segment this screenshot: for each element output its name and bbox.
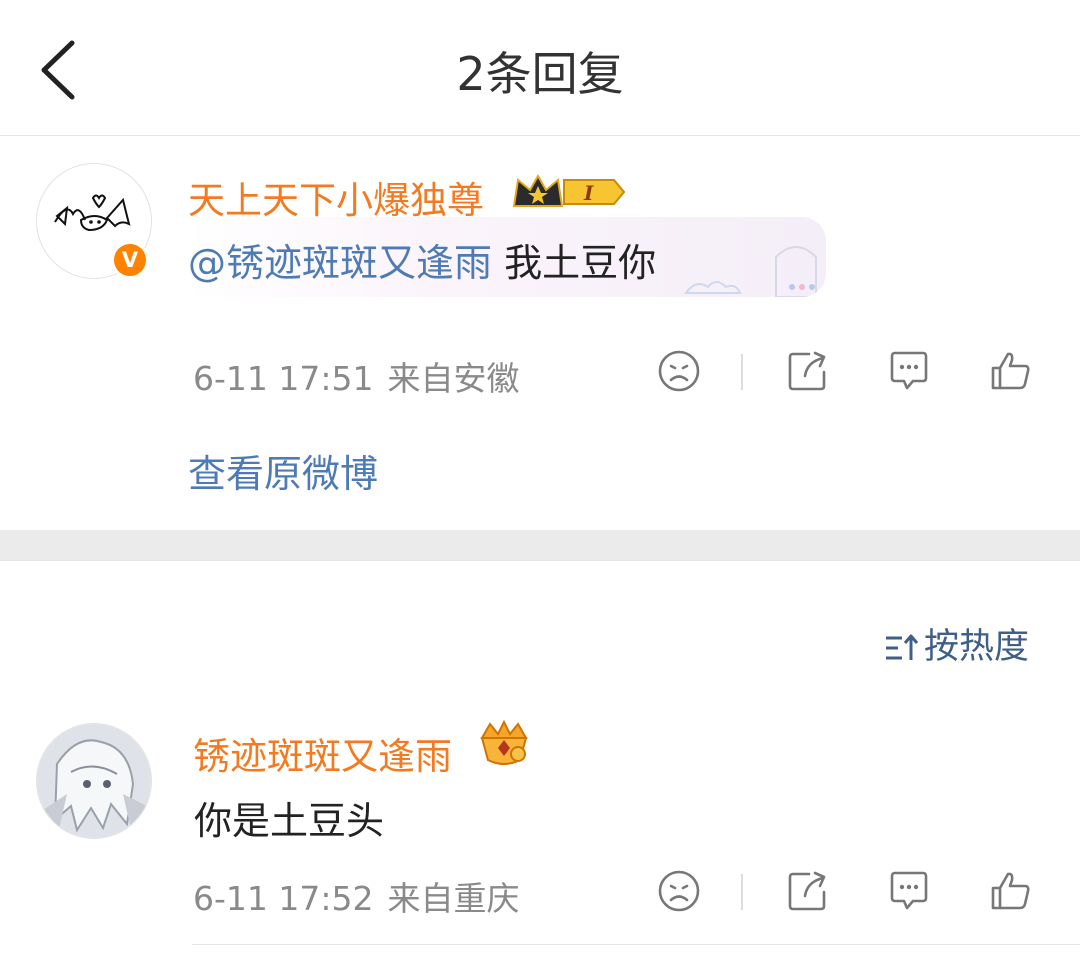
reply-date: 6-11 17:52 xyxy=(193,879,374,918)
page-title: 2条回复 xyxy=(456,47,624,101)
comment-meta: 6-11 17:51 来自安徽 xyxy=(193,352,520,400)
share-icon[interactable] xyxy=(785,868,831,914)
member-badge-text: I xyxy=(583,181,594,205)
like-thumb-icon[interactable] xyxy=(988,348,1034,394)
action-separator xyxy=(741,354,743,390)
sort-by-popularity-button[interactable]: 按热度 xyxy=(884,618,1029,669)
comment-body: 我土豆你 xyxy=(492,241,657,285)
action-separator xyxy=(741,874,743,910)
comment-text: @锈迹斑斑又逢雨 我土豆你 xyxy=(188,232,656,287)
dislike-face-icon[interactable] xyxy=(656,348,702,394)
like-thumb-icon[interactable] xyxy=(988,868,1034,914)
username[interactable]: 天上天下小爆独尊 xyxy=(188,170,484,224)
crown-medal-icon xyxy=(480,719,528,765)
comment-icon[interactable] xyxy=(886,868,932,914)
member-badge: I xyxy=(510,170,626,218)
reply-location: 来自重庆 xyxy=(387,879,520,918)
comment-date: 6-11 17:51 xyxy=(193,359,374,398)
reply-text: 你是土豆头 xyxy=(194,799,385,843)
fan-badge xyxy=(476,719,532,772)
verified-badge: V xyxy=(111,241,149,279)
sort-label: 按热度 xyxy=(924,627,1030,667)
reply-meta: 6-11 17:52 来自重庆 xyxy=(193,872,520,920)
view-original-post-link[interactable]: 查看原微博 xyxy=(188,443,378,498)
reply-divider xyxy=(192,944,1080,945)
avatar-anime-image xyxy=(37,724,151,838)
dislike-face-icon[interactable] xyxy=(656,868,702,914)
section-divider xyxy=(0,530,1080,561)
username[interactable]: 锈迹斑斑又逢雨 xyxy=(193,726,452,780)
comment-location: 来自安徽 xyxy=(387,359,520,398)
avatar[interactable] xyxy=(36,723,152,839)
crown-level-icon: I xyxy=(512,173,626,207)
comment-icon[interactable] xyxy=(886,348,932,394)
mention-link[interactable]: @锈迹斑斑又逢雨 xyxy=(188,241,492,285)
sort-icon xyxy=(886,634,919,660)
share-icon[interactable] xyxy=(785,348,831,394)
